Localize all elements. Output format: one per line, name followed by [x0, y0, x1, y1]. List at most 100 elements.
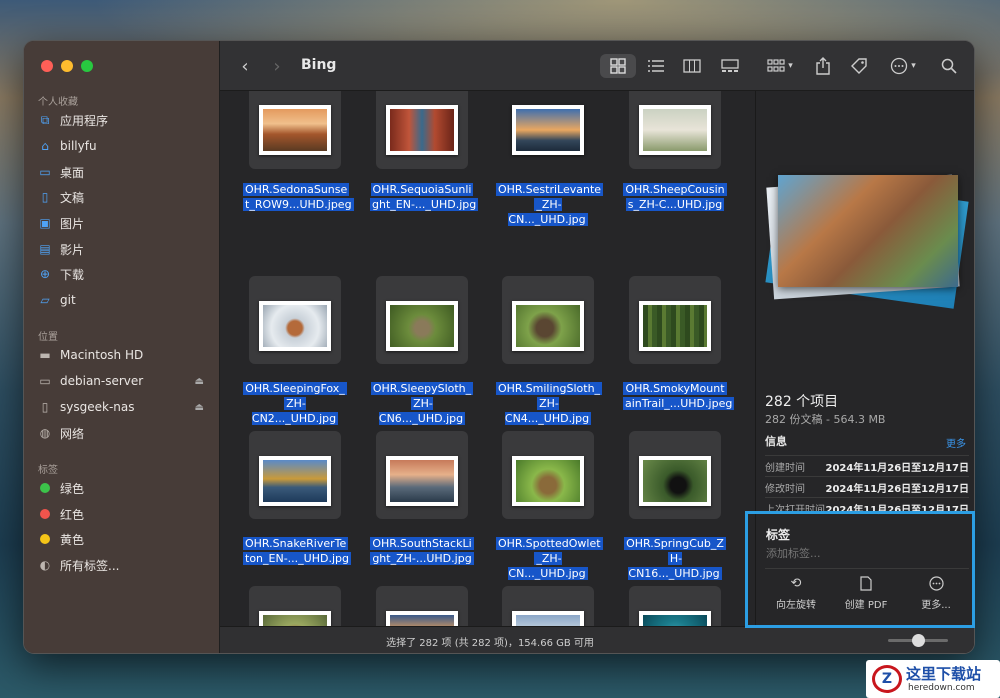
movie-icon: ▤	[39, 242, 51, 256]
action-menu-button[interactable]: ▾	[884, 54, 922, 78]
eject-icon[interactable]: ⏏	[195, 402, 204, 413]
apps-icon: ⧉	[40, 112, 50, 127]
watermark-text: 这里下载站	[906, 665, 982, 683]
sidebar-item-sysgeek-nas[interactable]: ▯ sysgeek-nas ⏏	[38, 396, 214, 418]
list-view-button[interactable]	[640, 54, 672, 78]
window-title: Bing	[301, 57, 337, 73]
sidebar-item-label: 应用程序	[60, 113, 109, 128]
display-icon: ▭	[39, 374, 51, 388]
sidebar-item-home[interactable]: ⌂ billyfu	[38, 135, 214, 157]
group-button[interactable]: ▾	[760, 54, 800, 78]
gallery-view-button[interactable]	[714, 54, 746, 78]
sidebar-item-movies[interactable]: ▤ 影片	[38, 238, 214, 260]
toolbar: ‹ › Bing ▾ ▾	[220, 41, 974, 91]
sidebar-item-pictures[interactable]: ▣ 图片	[38, 212, 214, 234]
file-thumbnail	[386, 105, 458, 155]
file-thumbnail	[386, 301, 458, 351]
divider	[765, 476, 969, 477]
forward-button[interactable]: ›	[266, 54, 288, 78]
zoom-window-button[interactable]	[81, 60, 93, 72]
tag-button[interactable]	[846, 54, 872, 78]
icon-view-button[interactable]	[600, 54, 636, 78]
sidebar-item-label: git	[60, 293, 76, 307]
file-name: OHR.SnakeRiverTe ton_EN-..._UHD.jpg	[243, 537, 351, 565]
tag-dot-icon	[40, 509, 50, 519]
chevron-down-icon: ▾	[911, 61, 916, 71]
sidebar-item-macintosh-hd[interactable]: ▬ Macintosh HD	[38, 344, 214, 366]
sidebar-item-downloads[interactable]: ⊕ 下载	[38, 263, 214, 285]
file-name: OHR.SestriLevante _ZH-CN..._UHD.jpg	[496, 183, 604, 226]
gallery-icon	[721, 59, 739, 72]
item-subtitle: 282 份文稿 - 564.3 MB	[765, 413, 886, 426]
file-thumbnail	[639, 301, 711, 351]
file-thumbnail	[512, 456, 584, 506]
file-name: OHR.SleepySloth_ ZH-CN6..._UHD.jpg	[370, 382, 474, 425]
traffic-lights	[41, 60, 93, 72]
icon-size-slider[interactable]	[888, 634, 948, 647]
back-button[interactable]: ‹	[234, 54, 256, 78]
home-icon: ⌂	[41, 139, 49, 153]
sidebar-item-applications[interactable]: ⧉ 应用程序	[38, 109, 214, 131]
file-grid: OHR.SedonaSunse t_ROW9...UHD.jpeg OHR.Seq…	[220, 91, 755, 628]
sidebar-item-network[interactable]: ◍ 网络	[38, 422, 214, 444]
slider-knob[interactable]	[912, 634, 925, 647]
sidebar: 个人收藏 ⧉ 应用程序 ⌂ billyfu ▭ 桌面 ▯ 文稿 ▣ 图片 ▤ 影片 ⊕ 下载 …	[24, 41, 220, 653]
close-window-button[interactable]	[41, 60, 53, 72]
tags-header: 标签	[38, 465, 58, 476]
sidebar-item-documents[interactable]: ▯ 文稿	[38, 186, 214, 208]
sidebar-item-label: 下载	[60, 267, 85, 282]
all-tags-icon: ◐	[39, 558, 51, 572]
sidebar-item-label: 网络	[60, 426, 85, 441]
more-info-link[interactable]: 更多	[946, 435, 966, 450]
minimize-window-button[interactable]	[61, 60, 73, 72]
search-button[interactable]	[936, 54, 962, 78]
download-icon: ⊕	[39, 267, 51, 281]
folder-icon: ▱	[40, 293, 50, 307]
share-button[interactable]	[810, 54, 836, 78]
sidebar-item-label: 绿色	[60, 481, 85, 496]
sidebar-item-label: Macintosh HD	[60, 348, 144, 362]
sidebar-tag-yellow[interactable]: 黄色	[38, 528, 214, 550]
sidebar-item-git[interactable]: ▱ git	[38, 289, 214, 311]
desktop-icon: ▭	[39, 165, 51, 179]
sidebar-tag-red[interactable]: 红色	[38, 503, 214, 525]
tag-dot-icon	[40, 534, 50, 544]
sidebar-item-label: debian-server	[60, 374, 144, 388]
file-thumbnail	[386, 456, 458, 506]
group-grid-icon	[767, 59, 785, 72]
grid-icon	[610, 58, 626, 74]
file-thumbnail	[512, 105, 584, 155]
status-bar: 选择了 282 项 (共 282 项)，154.66 GB 可用	[220, 626, 974, 653]
item-count: 282 个项目	[765, 394, 839, 410]
photo-icon: ▣	[39, 216, 51, 230]
info-header: 信息	[765, 435, 787, 448]
watermark-logo-icon: Z	[872, 665, 902, 693]
share-icon	[816, 57, 830, 75]
file-thumbnail	[259, 301, 331, 351]
file-thumbnail	[639, 105, 711, 155]
list-icon	[648, 60, 664, 72]
sidebar-item-label: sysgeek-nas	[60, 400, 135, 414]
sidebar-item-desktop[interactable]: ▭ 桌面	[38, 161, 214, 183]
favorites-header: 个人收藏	[38, 97, 78, 108]
info-row-modified: 修改时间 2024年11月26日至12月17日	[765, 483, 969, 495]
sidebar-item-label: 图片	[60, 216, 85, 231]
column-view-button[interactable]	[676, 54, 708, 78]
watermark: Z 这里下载站 heredown.com	[866, 660, 1000, 698]
file-thumbnail	[259, 456, 331, 506]
tag-icon	[851, 58, 867, 74]
sidebar-tag-green[interactable]: 绿色	[38, 477, 214, 499]
sidebar-item-label: 影片	[60, 242, 85, 257]
chevron-down-icon: ▾	[788, 61, 793, 71]
sidebar-item-debian-server[interactable]: ▭ debian-server ⏏	[38, 370, 214, 392]
document-icon: ▯	[41, 190, 49, 204]
sidebar-item-label: 黄色	[60, 532, 85, 547]
chevron-right-icon: ›	[273, 55, 281, 77]
sidebar-all-tags[interactable]: ◐ 所有标签...	[38, 554, 214, 576]
file-thumbnail	[259, 105, 331, 155]
highlight-frame	[745, 511, 975, 628]
eject-icon[interactable]: ⏏	[195, 376, 204, 387]
tag-dot-icon	[40, 483, 50, 493]
sidebar-item-label: billyfu	[60, 139, 97, 153]
file-thumbnail	[512, 301, 584, 351]
